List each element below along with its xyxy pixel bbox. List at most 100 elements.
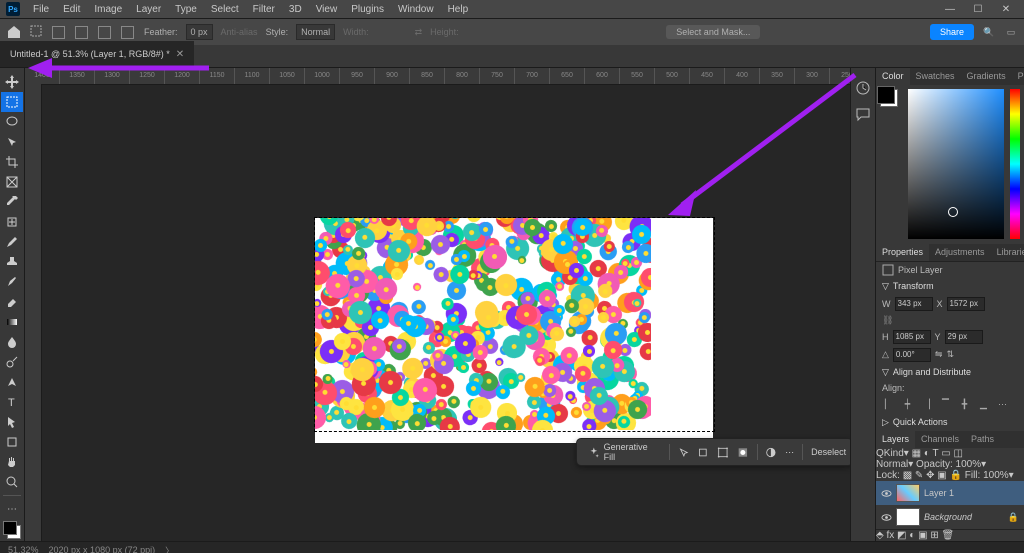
- adjustment-layer-icon[interactable]: ◐: [909, 530, 915, 541]
- close-button[interactable]: ✕: [992, 0, 1020, 18]
- marquee-tool[interactable]: [1, 92, 23, 112]
- history-brush-tool[interactable]: [1, 272, 23, 292]
- align-vcenter-icon[interactable]: ╋: [958, 398, 971, 411]
- menu-layer[interactable]: Layer: [129, 2, 168, 17]
- blur-tool[interactable]: [1, 332, 23, 352]
- blend-mode[interactable]: Normal: [876, 459, 908, 470]
- menu-window[interactable]: Window: [391, 2, 441, 17]
- menu-type[interactable]: Type: [168, 2, 204, 17]
- filter-shape-icon[interactable]: ▭: [941, 448, 950, 459]
- style-select[interactable]: Normal: [296, 24, 335, 40]
- eraser-tool[interactable]: [1, 292, 23, 312]
- share-button[interactable]: Share: [930, 24, 974, 40]
- deselect-button[interactable]: Deselect: [811, 447, 846, 457]
- color-swatches[interactable]: [3, 521, 21, 539]
- layer-name[interactable]: Layer 1: [924, 488, 954, 498]
- healing-tool[interactable]: [1, 212, 23, 232]
- tab-patterns[interactable]: Patterns: [1012, 68, 1024, 85]
- maximize-button[interactable]: ☐: [964, 0, 992, 18]
- tab-properties[interactable]: Properties: [876, 244, 929, 261]
- align-hcenter-icon[interactable]: ┿: [901, 398, 914, 411]
- modify-selection-icon[interactable]: [697, 446, 709, 459]
- canvas-area[interactable]: 1400135013001250120011501100105010009509…: [25, 68, 850, 541]
- lock-pos-icon[interactable]: ✥: [926, 470, 934, 481]
- tab-libraries[interactable]: Libraries: [991, 244, 1024, 261]
- layer-row-bg[interactable]: Background 🔒: [876, 505, 1024, 529]
- document-tab[interactable]: Untitled-1 @ 51.3% (Layer 1, RGB/8#) * ✕: [0, 41, 194, 67]
- zoom-level[interactable]: 51.32%: [8, 545, 39, 553]
- quick-actions-header[interactable]: ▷ Quick Actions: [876, 414, 1024, 431]
- angle-input[interactable]: [893, 348, 931, 362]
- lock-nest-icon[interactable]: ▣: [937, 470, 946, 481]
- y-input[interactable]: [945, 330, 983, 344]
- tab-channels[interactable]: Channels: [915, 431, 965, 448]
- adjust-icon[interactable]: [765, 446, 777, 459]
- align-left-icon[interactable]: ▏: [882, 398, 895, 411]
- fx-icon[interactable]: fx: [886, 530, 894, 541]
- lock-trans-icon[interactable]: ▩: [903, 470, 912, 481]
- transform-header[interactable]: ▽ Transform: [876, 278, 1024, 295]
- workspace-icon[interactable]: ▭: [1004, 25, 1018, 39]
- menu-help[interactable]: Help: [441, 2, 476, 17]
- history-panel-icon[interactable]: [855, 80, 871, 96]
- delete-layer-icon[interactable]: 🗑: [942, 530, 955, 541]
- color-picker[interactable]: [876, 85, 1024, 244]
- menu-image[interactable]: Image: [87, 2, 129, 17]
- link-layers-icon[interactable]: ⬘: [876, 530, 884, 541]
- generative-fill-button[interactable]: Generative Fill: [583, 440, 661, 464]
- edit-toolbar-icon[interactable]: ⋯: [1, 499, 23, 519]
- menu-filter[interactable]: Filter: [246, 2, 282, 17]
- fill-value[interactable]: 100%: [983, 470, 1009, 481]
- filter-smart-icon[interactable]: ◫: [953, 448, 962, 459]
- selection-intersect-icon[interactable]: [121, 26, 134, 39]
- tab-gradients[interactable]: Gradients: [961, 68, 1012, 85]
- gradient-tool[interactable]: [1, 312, 23, 332]
- search-icon[interactable]: 🔍: [982, 25, 996, 39]
- color-field[interactable]: [908, 89, 1004, 239]
- minimize-button[interactable]: —: [936, 0, 964, 18]
- selection-add-icon[interactable]: [75, 26, 88, 39]
- lock-icon[interactable]: 🔒: [1008, 512, 1019, 523]
- opacity-value[interactable]: 100%: [956, 459, 982, 470]
- align-bottom-icon[interactable]: ▁: [977, 398, 990, 411]
- frame-tool[interactable]: [1, 172, 23, 192]
- selection-subtract-icon[interactable]: [98, 26, 111, 39]
- filter-type-icon[interactable]: T: [933, 448, 939, 459]
- brush-tool[interactable]: [1, 232, 23, 252]
- link-wh-icon[interactable]: ⛓: [882, 315, 893, 326]
- tab-paths[interactable]: Paths: [965, 431, 1000, 448]
- quick-select-tool[interactable]: [1, 132, 23, 152]
- filter-pixel-icon[interactable]: ▦: [912, 448, 921, 459]
- filter-kind[interactable]: Kind: [884, 448, 904, 459]
- move-tool[interactable]: [1, 72, 23, 92]
- new-layer-icon[interactable]: ⊞: [930, 530, 938, 541]
- selection-new-icon[interactable]: [52, 26, 65, 39]
- mask-icon[interactable]: ◩: [897, 530, 906, 541]
- shape-tool[interactable]: [1, 432, 23, 452]
- menu-select[interactable]: Select: [204, 2, 246, 17]
- menu-3d[interactable]: 3D: [282, 2, 309, 17]
- select-and-mask-button[interactable]: Select and Mask...: [666, 25, 760, 39]
- lock-paint-icon[interactable]: ✎: [915, 470, 923, 481]
- tab-layers[interactable]: Layers: [876, 431, 915, 448]
- path-select-tool[interactable]: [1, 412, 23, 432]
- more-icon[interactable]: ⋯: [785, 447, 794, 458]
- menu-plugins[interactable]: Plugins: [344, 2, 391, 17]
- zoom-tool[interactable]: [1, 472, 23, 492]
- comments-panel-icon[interactable]: [855, 106, 871, 122]
- more-align-icon[interactable]: ⋯: [996, 398, 1009, 411]
- stamp-tool[interactable]: [1, 252, 23, 272]
- lasso-tool[interactable]: [1, 112, 23, 132]
- layer-row-1[interactable]: Layer 1: [876, 481, 1024, 505]
- align-right-icon[interactable]: ▕: [920, 398, 933, 411]
- group-icon[interactable]: ▣: [918, 530, 927, 541]
- dodge-tool[interactable]: [1, 352, 23, 372]
- width-input[interactable]: [895, 297, 933, 311]
- eyedropper-tool[interactable]: [1, 192, 23, 212]
- visibility-icon[interactable]: [881, 488, 892, 499]
- crop-tool[interactable]: [1, 152, 23, 172]
- x-input[interactable]: [947, 297, 985, 311]
- doc-dimensions[interactable]: 2020 px x 1080 px (72 ppi): [49, 545, 156, 553]
- layer-name[interactable]: Background: [924, 512, 972, 522]
- select-subject-icon[interactable]: [678, 446, 690, 459]
